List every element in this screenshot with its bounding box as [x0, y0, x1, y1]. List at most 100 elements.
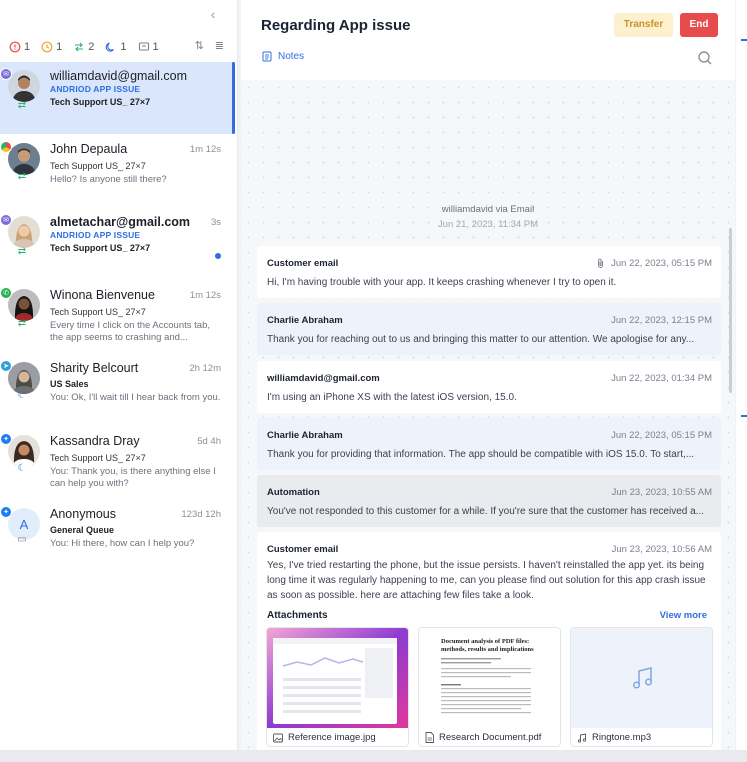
filter-messages[interactable]: 1	[138, 41, 159, 53]
tab-notes[interactable]: Notes	[262, 51, 304, 62]
message-body: I'm using an iPhone XS with the latest i…	[267, 392, 517, 403]
attachment-card[interactable]: Document analysis of PDF files: methods,…	[418, 627, 561, 747]
attachment-name: Research Document.pdf	[425, 732, 541, 743]
queue-name: Tech Support US_ 27×7	[50, 161, 146, 171]
message-body: Hi, I'm having trouble with your app. It…	[267, 277, 617, 288]
avatar	[8, 70, 40, 102]
message-date: Jun 23, 2023, 10:55 AM	[611, 487, 712, 498]
conversation-item[interactable]: ✆ ⇄ Winona Bienvenue 1m 12s Tech Support…	[0, 281, 233, 353]
contact-name: Winona Bienvenue	[50, 288, 155, 302]
transfer-icon: ⇄	[17, 171, 27, 182]
message-date: Jun 22, 2023, 05:15 PM	[596, 258, 712, 269]
contact-name: Kassandra Dray	[50, 434, 140, 448]
conversation-item[interactable]: ➤ ☾ Sharity Belcourt 2h 12m US Sales You…	[0, 354, 233, 426]
collapse-panel-button[interactable]: ‹	[205, 6, 221, 22]
message-icon: ▭	[17, 534, 27, 545]
attachment-card[interactable]: Reference image.jpg	[266, 627, 409, 747]
message-card[interactable]: williamdavid@gmail.com Jun 22, 2023, 01:…	[257, 361, 721, 413]
end-button[interactable]: End	[680, 13, 718, 37]
transfer-button[interactable]: Transfer	[614, 13, 673, 37]
thread-scrollbar[interactable]	[729, 228, 732, 393]
transfer-icon	[75, 42, 84, 52]
filter-count: 2	[88, 41, 95, 53]
conversation-time: 1m 12s	[189, 290, 221, 301]
filter-waiting[interactable]: 1	[41, 41, 62, 53]
filter-count: 1	[152, 41, 159, 53]
clock-icon	[41, 41, 53, 53]
message-thread: williamdavid via Email Jun 21, 2023, 11:…	[241, 80, 735, 762]
messenger-channel-icon: ✦	[0, 506, 12, 518]
page-title: Regarding App issue	[261, 17, 411, 34]
filter-bar: 1 1 2 1 1 ⇅ ≣	[0, 36, 237, 58]
filter-snoozed[interactable]: 1	[105, 41, 127, 53]
contact-name: williamdavid@gmail.com	[50, 69, 188, 83]
email-channel-icon: ✉	[0, 214, 12, 226]
document-preview: Document analysis of PDF files: methods,…	[419, 628, 560, 728]
contact-name: John Depaula	[50, 142, 128, 156]
message-sender: Automation	[267, 487, 320, 498]
message-sender: Charlie Abraham	[267, 430, 343, 441]
view-more-link[interactable]: View more	[660, 610, 707, 621]
paperclip-icon[interactable]	[596, 258, 605, 269]
message-date-text: Jun 22, 2023, 05:15 PM	[611, 258, 712, 269]
document-icon	[425, 732, 434, 743]
image-preview	[267, 628, 408, 728]
conversation-tags: ANDRIOD APP ISSUE	[50, 84, 141, 94]
search-icon[interactable]	[697, 50, 713, 66]
queue-name: Tech Support US_ 27×7	[50, 243, 151, 253]
conversation-item[interactable]: ⇄ John Depaula 1m 12s Tech Support US_ 2…	[0, 135, 233, 207]
music-icon	[577, 732, 587, 743]
attachment-filename: Research Document.pdf	[439, 732, 542, 743]
message-body: Thank you for reaching out to us and bri…	[267, 334, 695, 345]
active-indicator	[232, 62, 235, 134]
filter-count: 1	[120, 41, 127, 53]
filter-urgent[interactable]: 1	[9, 41, 30, 53]
conversation-time: 123d 12h	[181, 509, 221, 520]
contact-name: Anonymous	[50, 507, 117, 521]
queue-name: General Queue	[50, 525, 115, 535]
message-body: You've not responded to this customer fo…	[267, 506, 705, 517]
message-preview: You: Thank you, is there anything else I…	[50, 466, 216, 489]
sort-icon[interactable]: ⇅	[195, 39, 204, 52]
transfer-icon: ⇄	[17, 100, 27, 111]
audio-preview	[571, 628, 712, 728]
right-edge-panel	[736, 0, 747, 762]
thread-start-date: Jun 21, 2023, 11:34 PM	[437, 219, 539, 230]
list-view-icon[interactable]: ≣	[215, 39, 224, 52]
conversation-time: 3s	[210, 217, 221, 228]
message-preview: Every time I click on the Accounts tab, …	[50, 320, 210, 343]
message-card[interactable]: Customer email Jun 22, 2023, 05:15 PM Hi…	[257, 246, 721, 298]
message-body: Yes, I've tried restarting the phone, bu…	[267, 560, 706, 601]
message-card[interactable]: Charlie Abraham Jun 22, 2023, 12:15 PM T…	[257, 303, 721, 355]
alert-circle-icon	[9, 41, 21, 53]
edge-accent	[741, 415, 747, 417]
music-note-icon	[632, 667, 652, 689]
conversation-time: 1m 12s	[189, 144, 221, 155]
message-icon	[138, 42, 149, 51]
conversation-item[interactable]: ✉ ⇄ almetachar@gmail.com 3s ANDRIOD APP …	[0, 208, 233, 280]
conversation-item[interactable]: ✦ ☾ Kassandra Dray 5d 4h Tech Support US…	[0, 427, 233, 499]
automation-message[interactable]: Automation Jun 23, 2023, 10:55 AM You've…	[257, 475, 721, 527]
thread-start-banner: williamdavid via Email Jun 21, 2023, 11:…	[241, 204, 735, 230]
conversation-time: 5d 4h	[197, 436, 221, 447]
conversation-item[interactable]: ✉ ⇄ williamdavid@gmail.com ANDRIOD APP I…	[0, 62, 233, 134]
message-card[interactable]: Customer email Jun 23, 2023, 10:56 AM Ye…	[257, 532, 721, 757]
message-preview: You: Hi there, how can I help you?	[50, 538, 195, 549]
attachment-name: Ringtone.mp3	[577, 732, 651, 743]
whatsapp-channel-icon: ✆	[0, 287, 12, 299]
image-icon	[273, 733, 283, 742]
document-lines	[441, 658, 531, 714]
conversation-tags: ANDRIOD APP ISSUE	[50, 230, 141, 240]
message-body: Thank you for providing that information…	[267, 449, 695, 460]
queue-name: Tech Support US_ 27×7	[50, 307, 146, 317]
conversation-item[interactable]: A ✦ ▭ Anonymous 123d 12h General Queue Y…	[0, 500, 233, 572]
queue-name: Tech Support US_ 27×7	[50, 97, 151, 107]
filter-transferred[interactable]: 2	[73, 41, 94, 53]
contact-name: almetachar@gmail.com	[50, 215, 191, 229]
message-sender: Charlie Abraham	[267, 315, 343, 326]
edge-accent	[741, 39, 747, 41]
transfer-icon: ⇄	[17, 246, 27, 257]
attachment-card[interactable]: Ringtone.mp3	[570, 627, 713, 747]
notes-icon	[262, 51, 272, 62]
message-card[interactable]: Charlie Abraham Jun 22, 2023, 05:15 PM T…	[257, 418, 721, 470]
